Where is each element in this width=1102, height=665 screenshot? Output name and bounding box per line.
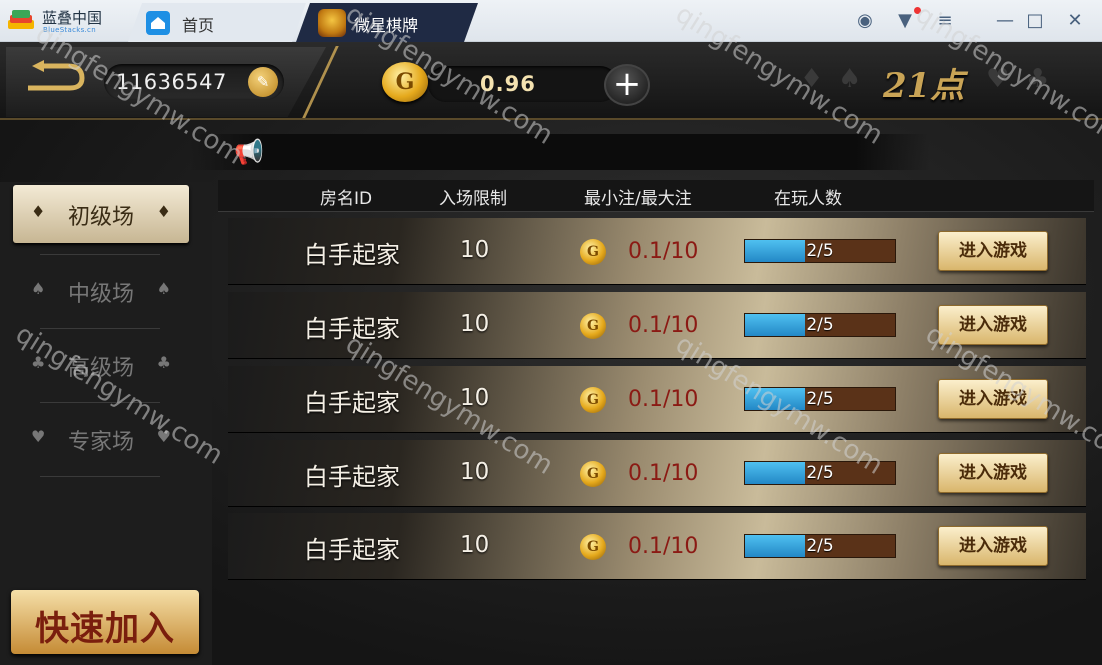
entry-limit: 10 [460, 532, 490, 558]
divider [40, 254, 160, 255]
sidebar-item-intermediate[interactable]: ♠ 中级场 ♠ [13, 262, 189, 320]
gold-coin-icon: G [580, 534, 606, 560]
app-name: 蓝叠中国 [42, 9, 103, 27]
enter-game-button[interactable]: 进入游戏 [938, 453, 1048, 493]
entry-limit: 10 [460, 385, 490, 411]
bet-range: 0.1/10 [628, 387, 699, 412]
room-table-header: 房名ID 入场限制 最小注/最大注 在玩人数 [218, 180, 1094, 212]
tab-game[interactable]: 微星棋牌 [296, 3, 478, 42]
gold-coin-icon: G [580, 239, 606, 265]
enter-game-button[interactable]: 进入游戏 [938, 526, 1048, 566]
entry-limit: 10 [460, 311, 490, 337]
level-sidebar: ♦ 初级场 ♦ ♠ 中级场 ♠ ♣ 高级场 ♣ ♥ 专家场 ♥ 快速加入 [0, 182, 212, 665]
enter-game-button[interactable]: 进入游戏 [938, 379, 1048, 419]
player-count-bar: 2/5 [744, 313, 896, 337]
room-name: 白手起家 [304, 389, 400, 417]
player-count-bar: 2/5 [744, 239, 896, 263]
sidebar-item-beginner[interactable]: ♦ 初级场 ♦ [13, 185, 189, 243]
header-players: 在玩人数 [774, 189, 842, 209]
player-count: 2/5 [806, 241, 834, 261]
add-coins-button[interactable]: + [604, 64, 650, 106]
gold-coin-icon: G [580, 313, 606, 339]
header-room-id: 房名ID [320, 189, 373, 209]
header-bet-range: 最小注/最大注 [584, 189, 692, 209]
divider [40, 476, 160, 477]
room-name: 白手起家 [304, 463, 400, 491]
player-count: 2/5 [806, 315, 834, 335]
player-id-box: 11636547 ✎ [104, 64, 284, 100]
maximize-icon[interactable]: □ [1023, 9, 1047, 33]
quick-join-button[interactable]: 快速加入 [11, 590, 199, 654]
player-count: 2/5 [806, 536, 834, 556]
tab-home-label: 首页 [182, 16, 215, 35]
bet-range: 0.1/10 [628, 239, 699, 264]
menu-icon[interactable]: ≡ [933, 9, 957, 33]
sidebar-item-advanced[interactable]: ♣ 高级场 ♣ [13, 336, 189, 394]
player-count-bar: 2/5 [744, 534, 896, 558]
divider [40, 328, 160, 329]
game-area: 11636547 ✎ G 0.96 + ♦ ♠ 21点 ♥ ♣ 📢 ♦ 初级场 … [0, 42, 1102, 665]
shirt-icon[interactable]: ▼ [893, 9, 917, 33]
tab-home[interactable]: 首页 [128, 3, 306, 42]
bet-range: 0.1/10 [628, 534, 699, 559]
game-title: 21点 [883, 66, 965, 106]
home-icon [146, 11, 170, 35]
table-row: 白手起家 10 G 0.1/10 2/5 进入游戏 [228, 292, 1086, 358]
back-arrow-icon[interactable] [22, 58, 86, 98]
bet-range: 0.1/10 [628, 313, 699, 338]
divider [40, 402, 160, 403]
edit-pencil-icon[interactable]: ✎ [248, 67, 278, 97]
gold-coin-icon: G [580, 387, 606, 413]
player-count: 2/5 [806, 389, 834, 409]
diamond-suit-icon: ♦ [156, 202, 171, 221]
room-name: 白手起家 [304, 536, 400, 564]
table-row: 白手起家 10 G 0.1/10 2/5 进入游戏 [228, 218, 1086, 284]
bluestacks-logo-icon [8, 10, 34, 29]
player-id: 11636547 [116, 70, 227, 94]
megaphone-icon: 📢 [234, 138, 264, 166]
player-count-bar: 2/5 [744, 387, 896, 411]
minimize-icon[interactable]: — [993, 9, 1017, 33]
diamond-suit-icon: ♦ [800, 64, 824, 94]
coin-balance-box: 0.96 [428, 66, 618, 102]
coin-balance: 0.96 [480, 72, 536, 96]
heart-suit-icon: ♥ [156, 427, 171, 446]
table-row: 白手起家 10 G 0.1/10 2/5 进入游戏 [228, 513, 1086, 579]
player-count-bar: 2/5 [744, 461, 896, 485]
room-name: 白手起家 [304, 315, 400, 343]
emulator-title-bar: 蓝叠中国 BlueStacks.cn 首页 微星棋牌 ◉ ▼ ≡ — □ ✕ [0, 0, 1102, 42]
account-icon[interactable]: ◉ [853, 9, 877, 33]
notification-dot [914, 7, 921, 14]
gold-coin-icon: G [580, 461, 606, 487]
spade-suit-icon: ♠ [838, 64, 862, 94]
announcement-bar: 📢 [190, 134, 930, 170]
spade-suit-icon: ♠ [156, 279, 171, 298]
enter-game-button[interactable]: 进入游戏 [938, 231, 1048, 271]
table-row: 白手起家 10 G 0.1/10 2/5 进入游戏 [228, 366, 1086, 432]
player-count: 2/5 [806, 463, 834, 483]
header-entry-limit: 入场限制 [439, 189, 507, 209]
quick-join-label: 快速加入 [35, 609, 175, 649]
game-app-icon [318, 9, 346, 37]
table-row: 白手起家 10 G 0.1/10 2/5 进入游戏 [228, 440, 1086, 506]
enter-game-button[interactable]: 进入游戏 [938, 305, 1048, 345]
tab-game-label: 微星棋牌 [354, 16, 419, 35]
gold-coin-icon: G [382, 62, 428, 102]
club-suit-icon: ♣ [1026, 64, 1050, 94]
club-suit-icon: ♣ [156, 353, 171, 372]
game-top-bar: 11636547 ✎ G 0.96 + ♦ ♠ 21点 ♥ ♣ [0, 42, 1102, 120]
bet-range: 0.1/10 [628, 461, 699, 486]
room-name: 白手起家 [304, 241, 400, 269]
app-subtitle: BlueStacks.cn [43, 26, 96, 34]
close-icon[interactable]: ✕ [1063, 9, 1087, 33]
sidebar-item-expert[interactable]: ♥ 专家场 ♥ [13, 410, 189, 468]
entry-limit: 10 [460, 237, 490, 263]
entry-limit: 10 [460, 459, 490, 485]
heart-suit-icon: ♥ [986, 64, 1010, 94]
